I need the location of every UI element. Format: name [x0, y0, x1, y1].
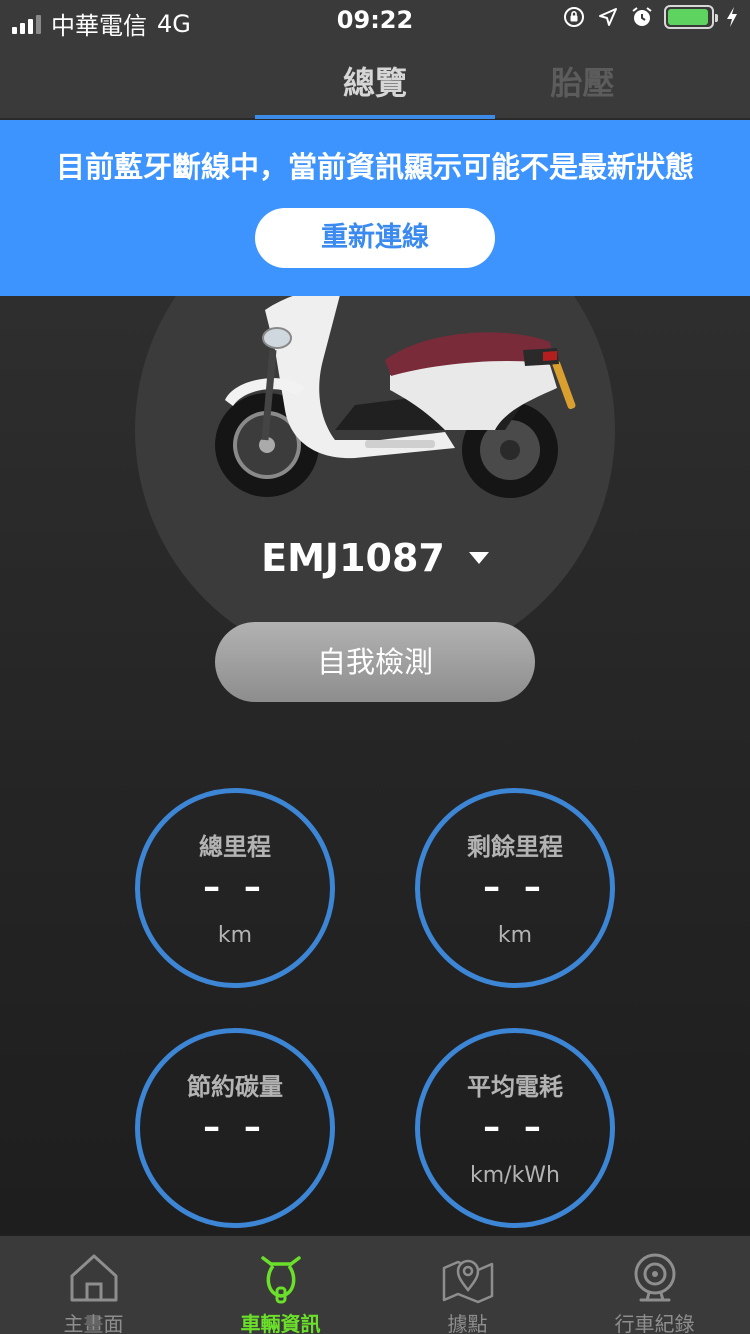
- tab-tire-pressure[interactable]: 胎壓: [500, 58, 665, 104]
- gauge-title: 平均電耗: [467, 1073, 563, 1101]
- bottom-nav: 主畫面 車輛資訊 據點 行車紀錄: [0, 1234, 750, 1334]
- nav-label: 車輛資訊: [240, 1312, 321, 1334]
- active-tab-indicator: [255, 115, 495, 119]
- status-bar: 中華電信 4G 09:22: [0, 0, 750, 40]
- gauge-value: – –: [483, 1107, 547, 1147]
- banner-message: 目前藍牙斷線中，當前資訊顯示可能不是最新狀態: [55, 150, 694, 184]
- remaining-range-gauge: 剩餘里程 – – km: [415, 788, 615, 988]
- vehicle-info-screen: 中華電信 4G 09:22 總覽 胎壓 目前藍牙斷線中，當前資訊顯示可能不是最新…: [0, 0, 750, 1334]
- home-icon: [70, 1254, 118, 1302]
- total-mileage-gauge: 總里程 – – km: [135, 788, 335, 988]
- nav-locations[interactable]: 據點: [374, 1236, 561, 1334]
- battery-icon: [664, 5, 718, 29]
- gauge-unit: km/kWh: [469, 1163, 561, 1188]
- nav-label: 據點: [447, 1312, 488, 1334]
- gauge-title: 節約碳量: [187, 1073, 283, 1101]
- gauge-unit: km: [497, 923, 533, 948]
- orientation-lock-icon: [564, 7, 584, 27]
- map-pin-icon: [442, 1259, 494, 1304]
- nav-label: 行車紀錄: [614, 1312, 695, 1334]
- carbon-saved-gauge: 節約碳量 – –: [135, 1028, 335, 1228]
- gauge-value: – –: [203, 1107, 267, 1147]
- status-right: [562, 5, 740, 29]
- battery-level: [668, 9, 708, 25]
- nav-home[interactable]: 主畫面: [0, 1236, 187, 1334]
- dashcam-icon: [634, 1253, 676, 1302]
- gauge-unit: km: [217, 923, 253, 948]
- gauge-title: 總里程: [199, 833, 271, 861]
- alarm-icon: [632, 7, 652, 26]
- gauge-value: – –: [203, 867, 267, 907]
- dropdown-triangle-icon: [468, 552, 489, 564]
- gauge-value: – –: [483, 867, 547, 907]
- self-test-button[interactable]: 自我檢測: [215, 622, 535, 702]
- tab-overview[interactable]: 總覽: [255, 58, 495, 104]
- nav-label: 主畫面: [63, 1312, 124, 1334]
- nav-ride-records[interactable]: 行車紀錄: [561, 1236, 748, 1334]
- bluetooth-disconnect-banner: 目前藍牙斷線中，當前資訊顯示可能不是最新狀態 重新連線: [0, 120, 750, 296]
- avg-energy-consumption-gauge: 平均電耗 – – km/kWh: [415, 1028, 615, 1228]
- charging-bolt-icon: [727, 7, 737, 27]
- location-arrow-icon: [599, 8, 617, 26]
- top-tab-bar: 總覽 胎壓: [0, 40, 750, 120]
- vehicle-selector[interactable]: EMJ1087: [200, 533, 550, 583]
- scooter-icon: [261, 1256, 301, 1304]
- nav-vehicle-info[interactable]: 車輛資訊: [187, 1236, 374, 1334]
- scooter-image: [215, 280, 576, 498]
- vehicle-name: EMJ1087: [261, 536, 445, 580]
- reconnect-button[interactable]: 重新連線: [255, 208, 495, 268]
- gauge-title: 剩餘里程: [467, 833, 563, 861]
